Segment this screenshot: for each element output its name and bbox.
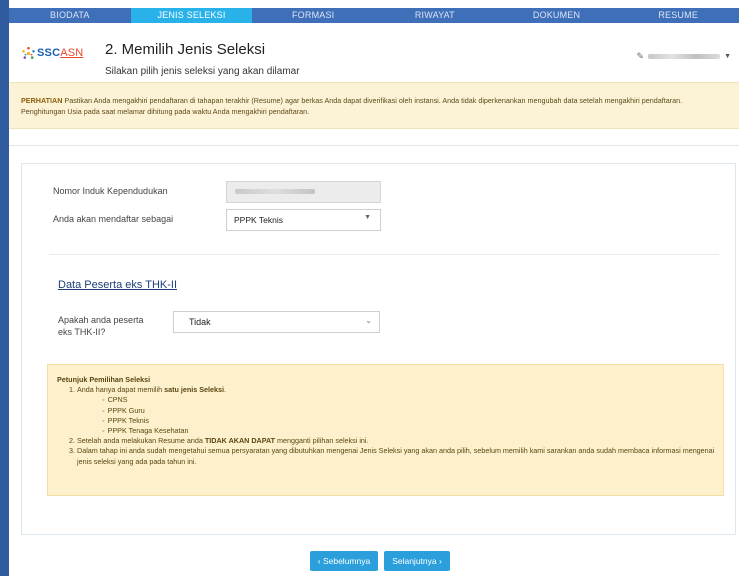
option-cpns: CPNS xyxy=(102,395,717,405)
wizard-buttons: ‹ Sebelumnya Selanjutnya › xyxy=(9,551,739,573)
nik-field xyxy=(226,181,381,203)
tab-dokumen[interactable]: DOKUMEN xyxy=(496,8,618,23)
page-title: 2. Memilih Jenis Seleksi xyxy=(105,41,266,58)
section-divider xyxy=(49,254,719,255)
tab-formasi[interactable]: FORMASI xyxy=(252,8,374,23)
thk-select[interactable]: Tidak ⌄ xyxy=(173,311,380,333)
chevron-down-icon: ▼ xyxy=(724,53,731,60)
user-name-redacted xyxy=(648,54,721,59)
guide-item-1: Anda hanya dapat memilih satu jenis Sele… xyxy=(77,385,717,436)
tab-resume[interactable]: RESUME xyxy=(617,8,739,23)
selection-guide-content: Petunjuk Pemilihan Seleksi Anda hanya da… xyxy=(57,375,717,467)
tab-riwayat[interactable]: RIWAYAT xyxy=(374,8,496,23)
selection-guide-box: Petunjuk Pemilihan Seleksi Anda hanya da… xyxy=(47,364,724,496)
guide-list: Anda hanya dapat memilih satu jenis Sele… xyxy=(57,385,717,467)
next-button[interactable]: Selanjutnya › xyxy=(384,551,450,571)
option-pppk-nakes: PPPK Tenaga Kesehatan xyxy=(102,426,717,436)
role-select[interactable]: PPPK Teknis ▼ xyxy=(226,209,381,231)
page-subtitle: Silakan pilih jenis seleksi yang akan di… xyxy=(105,66,300,77)
guide-item-3: Dalam tahap ini anda sudah mengetahui se… xyxy=(77,446,717,466)
nik-label: Nomor Induk Kependudukan xyxy=(53,186,168,196)
page-frame: BIODATA JENIS SELEKSI FORMASI RIWAYAT DO… xyxy=(9,0,739,576)
divider xyxy=(9,145,739,146)
form-card: Nomor Induk Kependudukan Anda akan menda… xyxy=(21,163,736,535)
page-header: SSCASN 2. Memilih Jenis Seleksi Silakan … xyxy=(9,24,739,82)
role-label: Anda akan mendaftar sebagai xyxy=(53,214,174,224)
caret-down-icon: ▼ xyxy=(364,214,371,221)
option-pppk-guru: PPPK Guru xyxy=(102,406,717,416)
guide-title: Petunjuk Pemilihan Seleksi xyxy=(57,375,151,384)
sscasn-logo: SSCASN xyxy=(21,46,83,62)
option-pppk-teknis: PPPK Teknis xyxy=(102,416,717,426)
warning-banner: PERHATIAN Pastikan Anda mengakhiri penda… xyxy=(9,82,739,129)
tab-jenis-seleksi[interactable]: JENIS SELEKSI xyxy=(130,8,253,23)
warning-text: PERHATIAN Pastikan Anda mengakhiri penda… xyxy=(21,96,683,116)
thk-section-title: Data Peserta eks THK-II xyxy=(58,279,178,291)
thk-label: Apakah anda peserta eks THK-II? xyxy=(58,315,144,337)
nik-value-redacted xyxy=(235,189,315,194)
logo-icon xyxy=(22,46,35,59)
guide-item-2: Setelah anda melakukan Resume anda TIDAK… xyxy=(77,436,717,446)
logo-text: SSCASN xyxy=(37,47,84,59)
user-menu[interactable]: ✎ ▼ xyxy=(637,51,731,62)
chevron-down-icon: ⌄ xyxy=(365,316,372,325)
left-edge-bar xyxy=(0,0,9,576)
role-select-value: PPPK Teknis xyxy=(234,215,283,225)
step-tabs: BIODATA JENIS SELEKSI FORMASI RIWAYAT DO… xyxy=(9,8,739,23)
user-icon: ✎ xyxy=(636,51,645,61)
tab-biodata[interactable]: BIODATA xyxy=(9,8,131,23)
warning-label: PERHATIAN xyxy=(21,96,63,105)
thk-select-value: Tidak xyxy=(189,317,211,327)
selection-options: CPNS PPPK Guru PPPK Teknis PPPK Tenaga K… xyxy=(77,395,717,436)
previous-button[interactable]: ‹ Sebelumnya xyxy=(310,551,378,571)
